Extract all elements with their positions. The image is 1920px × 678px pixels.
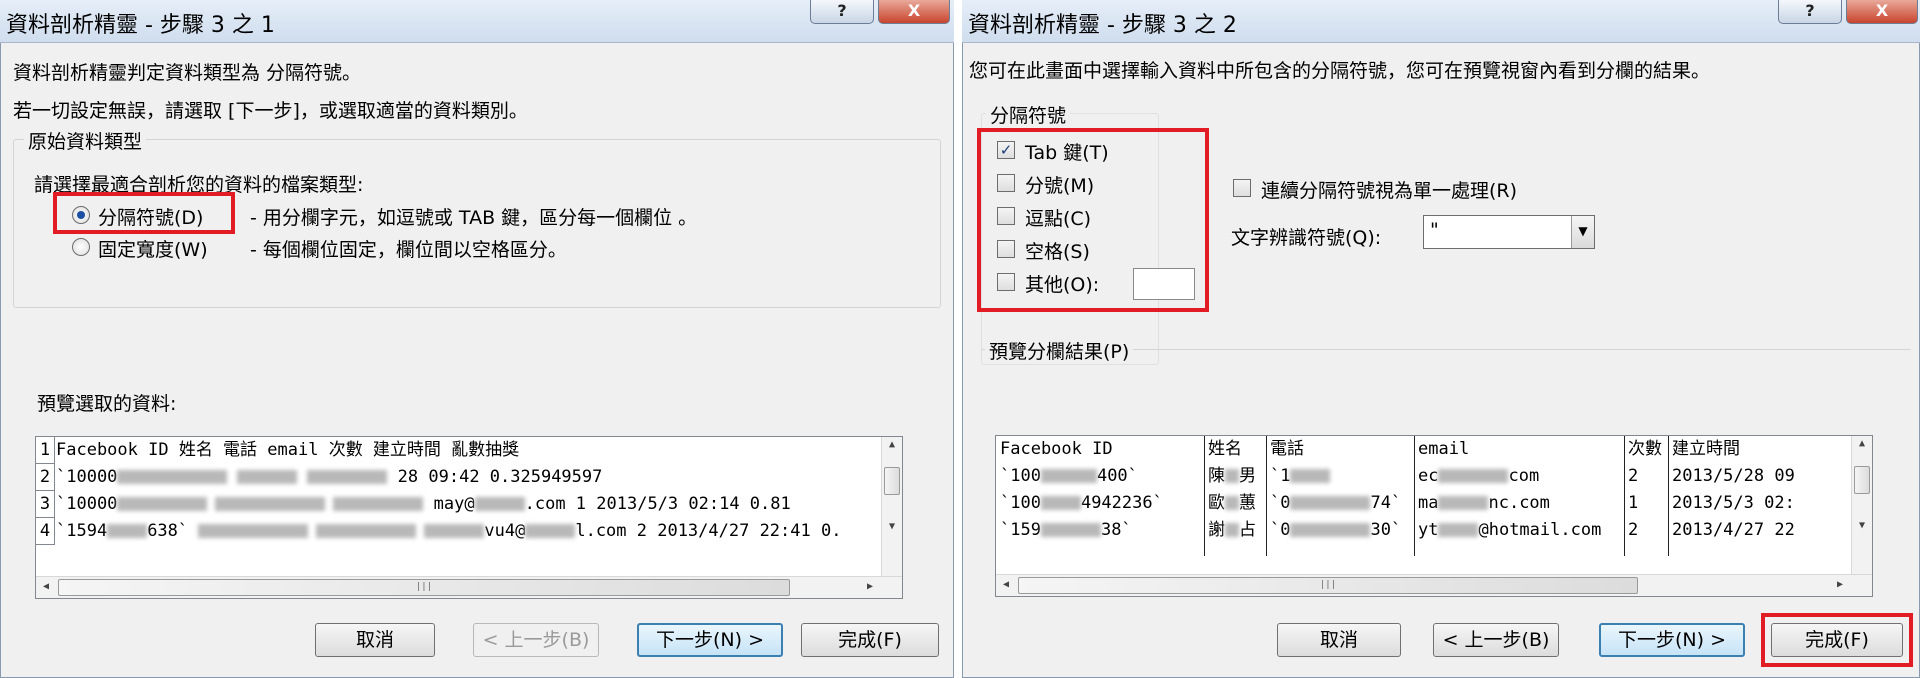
vertical-scrollbar[interactable]: ▲ ▼ bbox=[881, 437, 902, 577]
column-divider bbox=[1414, 436, 1415, 556]
dialog-body: 資料剖析精靈判定資料類型為 分隔符號。 若一切設定無誤，請選取 [下一步]，或選… bbox=[0, 43, 954, 678]
preview-label: 預覽分欄結果(P) bbox=[985, 337, 1134, 364]
preview-cell: `159 38` bbox=[1000, 520, 1132, 540]
close-button[interactable]: X bbox=[878, 0, 950, 24]
row-number: 1 bbox=[36, 437, 55, 464]
preview-cell: yt @hotmail.com bbox=[1418, 520, 1602, 540]
highlight-box bbox=[1761, 613, 1913, 667]
column-preview-pane[interactable]: Facebook ID `100 400` `100 4942236` `159 38… bbox=[995, 435, 1873, 597]
preview-cell: 歐蕙 bbox=[1208, 493, 1256, 513]
preview-cell: email bbox=[1418, 439, 1470, 459]
intro-line-2: 若一切設定無誤，請選取 [下一步]，或選取適當的資料類別。 bbox=[13, 100, 528, 122]
cancel-button[interactable]: 取消 bbox=[1277, 623, 1401, 657]
scroll-right-icon[interactable]: ▶ bbox=[860, 581, 880, 592]
scroll-thumb[interactable] bbox=[1854, 466, 1870, 494]
cancel-button[interactable]: 取消 bbox=[315, 623, 435, 657]
preview-cell: 電話 bbox=[1270, 439, 1304, 459]
scroll-down-icon[interactable]: ▼ bbox=[1852, 520, 1872, 531]
preview-cell: Facebook ID bbox=[1000, 439, 1113, 459]
row-number: 3 bbox=[36, 491, 55, 518]
scroll-thumb[interactable] bbox=[884, 467, 900, 495]
group-legend: 原始資料類型 bbox=[24, 127, 147, 154]
scroll-down-icon[interactable]: ▼ bbox=[882, 521, 902, 532]
preview-cell: 2013/5/28 09 bbox=[1672, 466, 1795, 486]
group-legend: 分隔符號 bbox=[986, 101, 1071, 128]
preview-cell: `0 74` bbox=[1270, 493, 1402, 513]
preview-cell: 2013/5/3 02: bbox=[1672, 493, 1795, 513]
preview-cell: `1 bbox=[1270, 463, 1412, 489]
help-button[interactable]: ? bbox=[810, 0, 874, 24]
dialog-body: 您可在此畫面中選擇輸入資料中所包含的分隔符號，您可在預覽視窗內看到分欄的結果。 … bbox=[962, 43, 1920, 678]
scroll-left-icon[interactable]: ◀ bbox=[36, 581, 56, 592]
column-divider bbox=[1204, 436, 1205, 556]
preview-cell: 謝占 bbox=[1208, 520, 1256, 540]
preview-label: 預覽選取的資料: bbox=[37, 393, 177, 415]
highlight-box bbox=[53, 192, 235, 234]
text-wizard-step1-dialog: 資料剖析精靈 - 步驟 3 之 1 ? X 資料剖析精靈判定資料類型為 分隔符號… bbox=[0, 0, 954, 678]
horizontal-scrollbar[interactable]: ◀ ||| ▶ bbox=[36, 576, 902, 598]
preview-cell: 2 bbox=[1628, 466, 1639, 486]
horizontal-scrollbar[interactable]: ◀ ||| ▶ bbox=[996, 574, 1872, 596]
finish-button[interactable]: 完成(F) bbox=[801, 623, 939, 657]
radio-fixed-width[interactable] bbox=[72, 238, 90, 256]
preview-cell: 2013/4/27 22 bbox=[1672, 520, 1795, 540]
highlight-box bbox=[977, 128, 1209, 312]
title-bar: 資料剖析精靈 - 步驟 3 之 1 ? X bbox=[0, 0, 954, 43]
preview-cell: 1 bbox=[1628, 493, 1639, 513]
column-divider bbox=[1624, 436, 1625, 556]
dialog-title: 資料剖析精靈 - 步驟 3 之 1 bbox=[6, 13, 275, 38]
qualifier-value: " bbox=[1430, 219, 1439, 241]
back-button[interactable]: < 上一步(B) bbox=[1433, 623, 1559, 657]
preview-cell: 姓名 bbox=[1208, 439, 1242, 459]
column-divider bbox=[1668, 436, 1669, 556]
preview-cell: `0 30` bbox=[1270, 520, 1402, 540]
option-fixed-description: - 每個欄位固定，欄位間以空格區分。 bbox=[250, 239, 567, 261]
row-number: 4 bbox=[36, 518, 55, 545]
dropdown-arrow-icon[interactable]: ▼ bbox=[1571, 216, 1594, 248]
preview-row: `1594 638` vu4@ l.com 2 2013/4/27 22:41 0. bbox=[56, 521, 842, 541]
intro-line-1: 資料剖析精靈判定資料類型為 分隔符號。 bbox=[13, 62, 362, 84]
scroll-thumb[interactable]: ||| bbox=[1018, 577, 1638, 594]
qualifier-label: 文字辨識符號(Q): bbox=[1231, 227, 1382, 249]
preview-group: 預覽分欄結果(P) bbox=[981, 337, 1911, 364]
vertical-scrollbar[interactable]: ▲ ▼ bbox=[1851, 436, 1872, 575]
checkbox-consecutive[interactable] bbox=[1233, 179, 1251, 197]
scroll-thumb[interactable]: ||| bbox=[58, 579, 790, 596]
next-button[interactable]: 下一步(N) > bbox=[637, 623, 783, 657]
option-fixed-label[interactable]: 固定寬度(W) bbox=[98, 235, 208, 262]
row-number: 2 bbox=[36, 464, 55, 491]
preview-cell: ma nc.com bbox=[1418, 493, 1550, 513]
preview-cell: 次數 bbox=[1628, 439, 1662, 459]
help-icon: ? bbox=[1805, 1, 1815, 20]
preview-row: `10000 may@ .com 1 2013/5/3 02:14 0.81 bbox=[56, 494, 791, 514]
consecutive-label[interactable]: 連續分隔符號視為單一處理(R) bbox=[1261, 176, 1517, 203]
help-button[interactable]: ? bbox=[1778, 0, 1842, 24]
preview-row: `10000 28 09:42 0.325949597 bbox=[56, 467, 603, 487]
scroll-up-icon[interactable]: ▲ bbox=[882, 439, 902, 450]
option-delimited-description: - 用分欄字元，如逗號或 TAB 鍵，區分每一個欄位 。 bbox=[250, 207, 698, 229]
preview-cell: `100 400` bbox=[1000, 466, 1138, 486]
scroll-up-icon[interactable]: ▲ bbox=[1852, 438, 1872, 449]
preview-cell: 陳男 bbox=[1208, 466, 1256, 486]
close-button[interactable]: X bbox=[1846, 0, 1918, 24]
preview-row: Facebook ID 姓名 電話 email 次數 建立時間 亂數抽獎 bbox=[56, 440, 520, 460]
text-wizard-step2-dialog: 資料剖析精靈 - 步驟 3 之 2 ? X 您可在此畫面中選擇輸入資料中所包含的… bbox=[962, 0, 1920, 678]
preview-cell: 建立時間 bbox=[1672, 439, 1740, 459]
next-button[interactable]: 下一步(N) > bbox=[1599, 623, 1745, 657]
preview-cell: ec com bbox=[1418, 466, 1540, 486]
preview-cell: `100 4942236` bbox=[1000, 493, 1163, 513]
data-preview-pane[interactable]: 1 2 3 4 Facebook ID 姓名 電話 email 次數 建立時間 … bbox=[35, 436, 903, 599]
dialog-title: 資料剖析精靈 - 步驟 3 之 2 bbox=[968, 13, 1237, 38]
close-icon: X bbox=[907, 1, 921, 20]
preview-cell: 2 bbox=[1628, 520, 1639, 540]
intro-text: 您可在此畫面中選擇輸入資料中所包含的分隔符號，您可在預覽視窗內看到分欄的結果。 bbox=[969, 60, 1711, 82]
title-bar: 資料剖析精靈 - 步驟 3 之 2 ? X bbox=[962, 0, 1920, 43]
back-button[interactable]: < 上一步(B) bbox=[473, 623, 599, 657]
close-icon: X bbox=[1875, 1, 1889, 20]
column-divider bbox=[1266, 436, 1267, 556]
help-icon: ? bbox=[837, 1, 847, 20]
scroll-right-icon[interactable]: ▶ bbox=[1830, 579, 1850, 590]
qualifier-select[interactable]: " ▼ bbox=[1423, 215, 1595, 249]
scroll-left-icon[interactable]: ◀ bbox=[996, 579, 1016, 590]
